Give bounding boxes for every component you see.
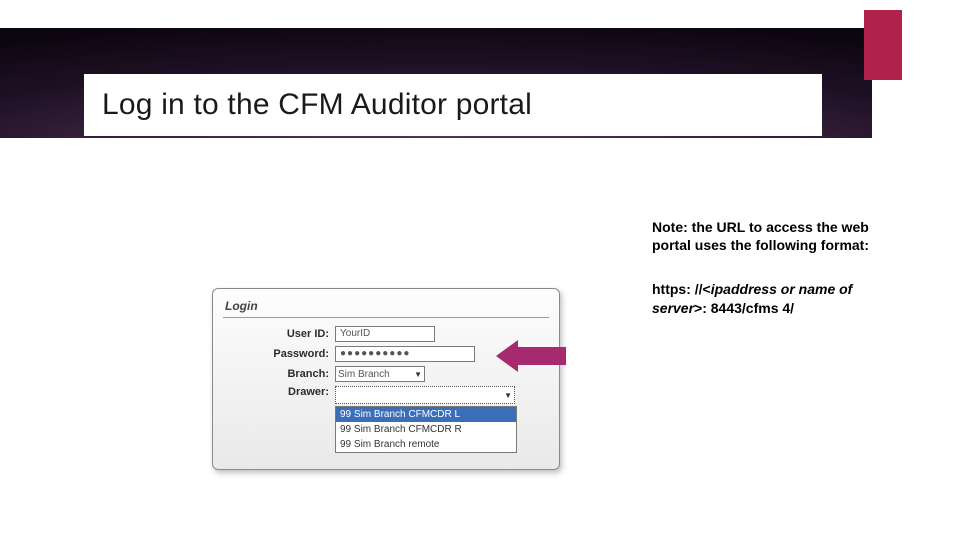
user-id-input[interactable]: YourID bbox=[335, 326, 435, 342]
drawer-select[interactable]: ▼ bbox=[335, 386, 515, 404]
note-text-2: https: //<ipaddress or name of server>: … bbox=[652, 280, 902, 316]
title-box: Log in to the CFM Auditor portal bbox=[84, 74, 822, 136]
login-panel-title: Login bbox=[223, 297, 549, 318]
branch-value: Sim Branch bbox=[338, 369, 390, 380]
branch-select[interactable]: Sim Branch ▼ bbox=[335, 366, 425, 382]
password-input[interactable]: ●●●●●●●●●● bbox=[335, 346, 475, 362]
login-panel: Login User ID: YourID Password: ●●●●●●●●… bbox=[212, 288, 560, 470]
accent-tab bbox=[864, 10, 902, 80]
page-title: Log in to the CFM Auditor portal bbox=[84, 88, 532, 122]
drawer-label: Drawer: bbox=[223, 386, 335, 398]
branch-label: Branch: bbox=[223, 368, 335, 380]
note-block: Note: the URL to access the web portal u… bbox=[652, 218, 902, 317]
drawer-option[interactable]: 99 Sim Branch CFMCDR R bbox=[336, 422, 516, 437]
note-text-1: Note: the URL to access the web portal u… bbox=[652, 218, 902, 254]
user-id-label: User ID: bbox=[223, 328, 335, 340]
drawer-dropdown-list: 99 Sim Branch CFMCDR L 99 Sim Branch CFM… bbox=[335, 406, 517, 453]
pointer-arrow-icon bbox=[496, 340, 566, 372]
url-prefix: https: //< bbox=[652, 281, 711, 297]
password-label: Password: bbox=[223, 348, 335, 360]
chevron-down-icon: ▼ bbox=[412, 370, 422, 379]
url-suffix: >: 8443/cfms 4/ bbox=[694, 300, 794, 316]
drawer-option[interactable]: 99 Sim Branch remote bbox=[336, 437, 516, 452]
drawer-row: Drawer: ▼ 99 Sim Branch CFMCDR L 99 Sim … bbox=[223, 386, 549, 453]
drawer-option[interactable]: 99 Sim Branch CFMCDR L bbox=[336, 407, 516, 422]
chevron-down-icon: ▼ bbox=[502, 391, 512, 400]
